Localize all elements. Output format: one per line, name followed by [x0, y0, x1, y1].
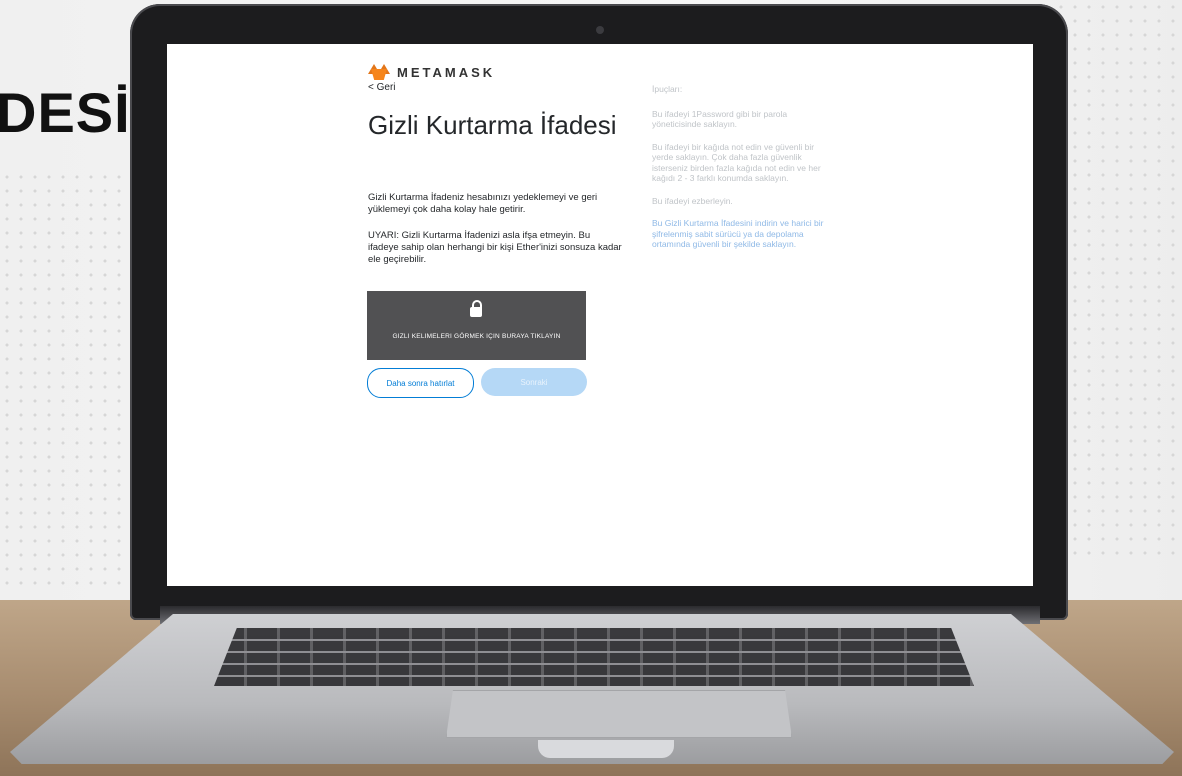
warning-text: UYARI: Gizli Kurtarma İfadenizi asla ifş…	[368, 230, 622, 265]
page-title: Gizli Kurtarma İfadesi	[368, 110, 617, 140]
reveal-label: GIZLI KELIMELERI GÖRMEK IÇIN BURAYA TIKL…	[392, 333, 561, 340]
download-phrase-link[interactable]: Bu Gizli Kurtarma İfadesini indirin ve h…	[652, 218, 823, 249]
reveal-secret-words-button[interactable]: GIZLI KELIMELERI GÖRMEK IÇIN BURAYA TIKL…	[367, 291, 586, 360]
metamask-logo: METAMASK	[368, 64, 495, 80]
laptop-screen: METAMASK < Geri Gizli Kurtarma İfadesi G…	[167, 44, 1033, 586]
next-button[interactable]: Sonraki	[481, 368, 587, 396]
trackpad	[446, 690, 792, 738]
laptop-lip	[538, 740, 674, 758]
tip-item: Bu ifadeyi ezberleyin.	[652, 195, 733, 206]
tip-item: Bu ifadeyi bir kağıda not edin ve güvenl…	[652, 141, 821, 184]
tips-panel: İpuçları: Bu ifadeyi 1Password gibi bir …	[652, 84, 832, 262]
keyboard	[214, 628, 974, 686]
description-text: Gizli Kurtarma İfadeniz hesabınızı yedek…	[368, 192, 598, 215]
lock-icon	[470, 307, 482, 317]
camera-icon	[596, 26, 604, 34]
brand-name: METAMASK	[397, 64, 496, 80]
tips-heading: İpuçları:	[652, 84, 683, 94]
backdrop-headline: DESİ	[0, 81, 131, 144]
tip-item: Bu ifadeyi 1Password gibi bir parola yön…	[652, 108, 788, 130]
back-link[interactable]: < Geri	[368, 82, 396, 93]
dot-pattern-left	[0, 170, 130, 590]
metamask-fox-icon	[368, 64, 390, 80]
remind-later-button[interactable]: Daha sonra hatırlat	[367, 368, 474, 398]
